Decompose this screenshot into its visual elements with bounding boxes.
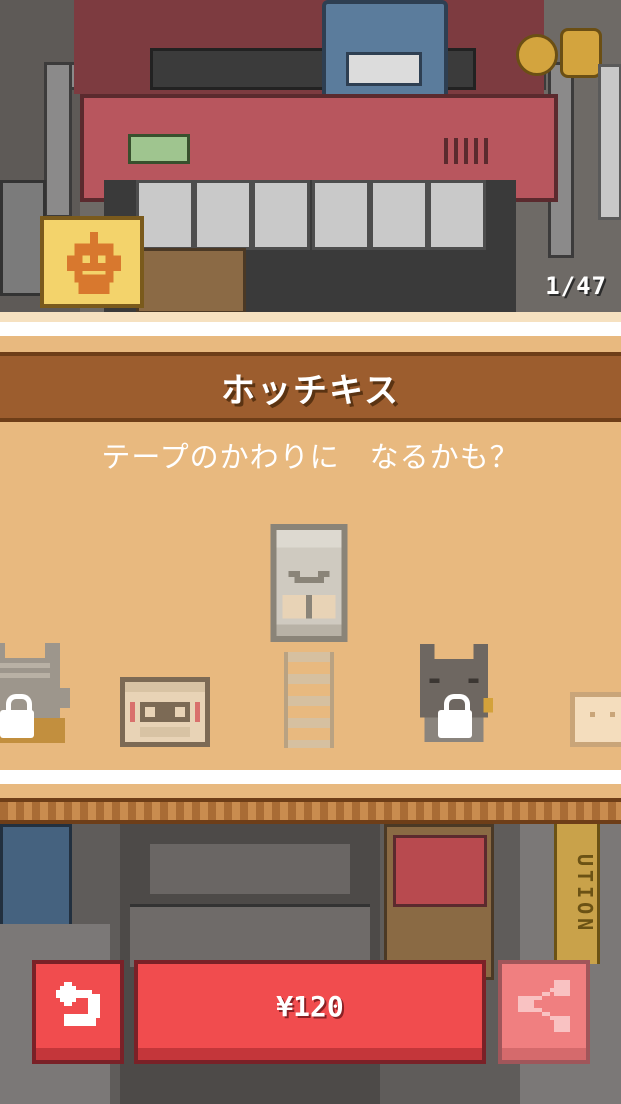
collection-counter: 1/47 [545, 272, 607, 300]
item-description: テープのかわりに なるかも？ [101, 440, 520, 474]
conveyor-belt [130, 904, 370, 967]
caution-strip: UTION [554, 824, 600, 964]
coin-icon [516, 34, 558, 76]
slot-5 [370, 180, 428, 250]
carousel-item-bread[interactable] [570, 686, 621, 748]
back-button[interactable] [32, 960, 124, 1064]
slot-1 [136, 180, 194, 250]
lock-icon [0, 694, 34, 738]
machine-panel-green [128, 134, 190, 164]
side-rail [598, 64, 621, 220]
blue-machine [0, 824, 72, 940]
coin-icon [560, 28, 602, 78]
carousel-item-cat-left[interactable] [0, 638, 70, 748]
share-icon [518, 980, 570, 1032]
stapler-icon [270, 524, 348, 642]
carousel-item-cat-right[interactable] [410, 638, 498, 748]
item-name: ホッチキス [221, 370, 400, 411]
carousel[interactable] [0, 510, 621, 766]
machine-grill [444, 138, 494, 164]
price-label: ¥120 [276, 989, 344, 1023]
slot-6 [428, 180, 486, 250]
panel-border [0, 784, 621, 798]
box-stack [384, 824, 494, 980]
slot-3 [252, 180, 310, 250]
device-screen [346, 52, 422, 86]
carousel-item-stapler[interactable] [270, 524, 348, 752]
red-creature [393, 835, 487, 907]
cassette-tape-icon [120, 677, 210, 747]
share-button[interactable] [498, 960, 590, 1064]
buy-button[interactable]: ¥120 [134, 960, 486, 1064]
bread-icon [570, 692, 621, 747]
panel-trim [0, 798, 621, 824]
panel-border [0, 770, 621, 784]
title-banner: ホッチキス [0, 352, 621, 422]
factory-scene-top: 1/47 [0, 0, 621, 312]
conveyor-belt [150, 844, 350, 894]
item-category-tile[interactable] [40, 216, 144, 308]
robot-head-icon [66, 232, 122, 294]
pipe-left [44, 62, 72, 218]
panel-border [0, 312, 621, 322]
lock-icon [438, 694, 472, 738]
stapler-spring [284, 652, 334, 748]
panel-border [0, 322, 621, 336]
back-arrow-icon [56, 982, 100, 1026]
slot-2 [194, 180, 252, 250]
slot-4 [312, 180, 370, 250]
carousel-item-cassette-tape[interactable] [120, 676, 210, 748]
box-tray [136, 248, 246, 312]
